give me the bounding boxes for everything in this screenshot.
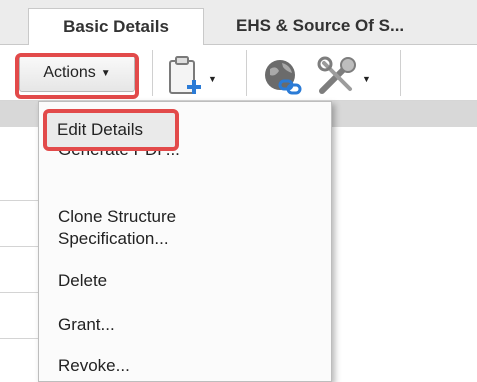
actions-label: Actions [43, 64, 96, 81]
tools-tool[interactable]: ▼ [316, 55, 371, 102]
new-document-icon [166, 55, 206, 102]
tab-ehs-source[interactable]: EHS & Source Of S... [216, 8, 476, 44]
chevron-down-icon: ▼ [362, 73, 371, 84]
menu-item-grant[interactable]: Grant... [58, 314, 115, 336]
globe-link-tool[interactable] [262, 57, 304, 102]
tab-strip: Basic Details EHS & Source Of S... [0, 0, 477, 45]
menu-item-revoke[interactable]: Revoke... [58, 355, 130, 377]
menu-item-clone-structure[interactable]: Clone Structure Specification... [58, 206, 176, 250]
globe-link-icon [262, 57, 304, 102]
row-divider [0, 292, 40, 293]
row-divider [0, 200, 40, 201]
toolbar-separator [400, 50, 401, 96]
tools-icon [316, 55, 360, 102]
chevron-down-icon: ▼ [208, 73, 217, 84]
toolbar-separator [246, 50, 247, 96]
menu-item-edit-details[interactable]: Edit Details [57, 119, 143, 141]
row-divider [0, 246, 40, 247]
new-document-tool[interactable]: ▼ [166, 55, 217, 102]
row-divider [0, 338, 40, 339]
toolbar-separator [152, 50, 153, 96]
tab-basic-details[interactable]: Basic Details [28, 8, 204, 45]
chevron-down-icon: ▼ [100, 67, 111, 79]
toolbar: Actions ▼ [0, 45, 477, 101]
actions-button[interactable]: Actions ▼ [19, 54, 135, 92]
menu-item-delete[interactable]: Delete [58, 270, 107, 292]
